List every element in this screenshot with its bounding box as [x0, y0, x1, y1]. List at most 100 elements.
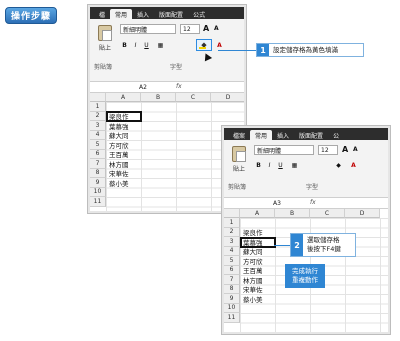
completion-line-2: 重複動作 — [292, 276, 318, 284]
cell-a5[interactable]: 方可欣 — [107, 140, 129, 150]
row-header[interactable]: 3 — [224, 237, 240, 247]
underline-button[interactable]: U — [276, 161, 285, 170]
font-name-select[interactable]: 新細明體 — [120, 24, 176, 34]
font-color-icon[interactable]: A — [215, 41, 224, 50]
row-header[interactable]: 8 — [90, 168, 106, 178]
cell-a9[interactable]: 蔡小美 — [241, 294, 263, 304]
tab-formulas[interactable]: 公 — [328, 130, 344, 140]
grow-font-icon[interactable]: A — [203, 24, 209, 33]
row-header[interactable]: 8 — [224, 284, 240, 294]
column-header[interactable]: C — [310, 209, 345, 218]
column-header[interactable]: B — [141, 93, 176, 102]
column-header[interactable]: D — [345, 209, 380, 218]
completion-line-1: 完成執行 — [292, 267, 318, 275]
shrink-font-icon[interactable]: A — [353, 146, 358, 153]
step-text-line-2: 後按下F4鍵 — [307, 245, 341, 253]
row-header[interactable]: 7 — [224, 275, 240, 285]
step-number: 2 — [291, 234, 303, 256]
row-header[interactable]: 1 — [224, 218, 240, 228]
column-header[interactable]: A — [106, 93, 141, 102]
row-header[interactable]: 5 — [90, 140, 106, 150]
tab-home[interactable]: 常用 — [250, 130, 273, 140]
column-header[interactable]: D — [211, 93, 244, 102]
tab-insert[interactable]: 插入 — [132, 9, 154, 19]
row-header[interactable]: 3 — [90, 121, 106, 131]
row-header[interactable]: 10 — [90, 187, 106, 197]
paste-label: 貼上 — [232, 166, 245, 173]
clipboard-group-label: 剪貼簿 — [228, 184, 247, 191]
paste-icon — [232, 146, 246, 162]
italic-button[interactable]: I — [265, 161, 274, 170]
step-badge: 操作步驟 — [5, 7, 57, 24]
row-header[interactable]: 11 — [90, 197, 106, 207]
select-all-corner[interactable] — [90, 93, 106, 102]
fill-color-icon[interactable]: ◆ — [334, 161, 343, 170]
bold-button[interactable]: B — [120, 41, 129, 50]
row-header[interactable]: 6 — [224, 265, 240, 275]
callout-pointer — [218, 50, 256, 51]
font-size-select[interactable]: 12 — [180, 24, 200, 34]
row-header[interactable]: 5 — [224, 256, 240, 266]
select-all-corner[interactable] — [224, 209, 240, 218]
worksheet-grid: A B C D 1 2 3 4 5 6 7 8 9 10 11 梁良作 葉慕強 … — [90, 93, 244, 211]
border-icon[interactable]: ▦ — [156, 41, 165, 50]
tab-page-layout[interactable]: 版面配置 — [294, 130, 328, 140]
shrink-font-icon[interactable]: A — [214, 25, 219, 32]
row-header[interactable]: 4 — [90, 130, 106, 140]
paste-button[interactable]: 貼上 — [228, 146, 250, 173]
row-header[interactable]: 9 — [90, 178, 106, 188]
cell-a7[interactable]: 林方國 — [241, 275, 263, 285]
grow-font-icon[interactable]: A — [342, 145, 348, 154]
tab-insert[interactable]: 插入 — [272, 130, 294, 140]
cell-a6[interactable]: 王百萬 — [241, 266, 263, 275]
bold-button[interactable]: B — [254, 161, 263, 170]
tab-formulas[interactable]: 公式 — [188, 9, 210, 19]
name-box[interactable]: A3 — [252, 199, 302, 208]
cell-a7[interactable]: 林方國 — [107, 159, 129, 169]
cell-a4[interactable]: 蘇大同 — [241, 247, 263, 256]
column-header[interactable]: A — [240, 209, 275, 218]
cell-a9[interactable]: 蔡小美 — [107, 178, 129, 188]
fill-color-button[interactable]: ◆ — [196, 39, 212, 51]
paste-button[interactable]: 貼上 — [94, 25, 116, 52]
fx-icon[interactable]: fx — [310, 199, 316, 206]
underline-button[interactable]: U — [142, 41, 151, 50]
font-color-icon[interactable]: A — [349, 161, 358, 170]
row-header[interactable]: 6 — [90, 149, 106, 159]
column-header[interactable]: C — [176, 93, 211, 102]
step-text-line-1: 選取儲存格 — [307, 236, 340, 244]
row-header[interactable]: 2 — [90, 111, 106, 121]
tab-file[interactable]: 檔 — [94, 9, 110, 19]
name-box[interactable]: A2 — [118, 83, 168, 92]
fx-icon[interactable]: fx — [176, 83, 182, 90]
font-name-select[interactable]: 新細明體 — [254, 145, 314, 155]
border-icon[interactable]: ▦ — [290, 161, 299, 170]
italic-button[interactable]: I — [131, 41, 140, 50]
callout-step-2: 2 選取儲存格 後按下F4鍵 — [290, 233, 356, 257]
cell-a3[interactable]: 葉慕強 — [107, 121, 129, 131]
callout-step-1: 1 設定儲存格為黃色填滿 — [256, 43, 364, 57]
tab-page-layout[interactable]: 版面配置 — [154, 9, 188, 19]
cell-a5[interactable]: 方可欣 — [241, 256, 263, 266]
row-header[interactable]: 9 — [224, 294, 240, 304]
mouse-cursor-icon — [201, 51, 213, 62]
callout-pointer — [274, 245, 290, 246]
cell-a8[interactable]: 宋華佐 — [107, 169, 129, 178]
font-size-select[interactable]: 12 — [318, 145, 338, 155]
font-group-label: 字型 — [306, 184, 319, 191]
row-header[interactable]: 11 — [224, 313, 240, 323]
cell-a6[interactable]: 王百萬 — [107, 150, 129, 159]
excel-window-b: 檔案 常用 插入 版面配置 公 貼上 新細明體 12 A A B I U ▦ ◆… — [221, 125, 391, 335]
ribbon-tabs: 檔 常用 插入 版面配置 公式 — [90, 7, 244, 19]
row-header[interactable]: 7 — [90, 159, 106, 169]
cell-a8[interactable]: 宋華佐 — [241, 285, 263, 294]
row-header[interactable]: 10 — [224, 303, 240, 313]
row-header[interactable]: 2 — [224, 227, 240, 237]
tab-home[interactable]: 常用 — [110, 9, 133, 19]
column-header[interactable]: B — [275, 209, 310, 218]
cell-a4[interactable]: 蘇大同 — [107, 131, 129, 140]
tab-file[interactable]: 檔案 — [228, 130, 250, 140]
row-header[interactable]: 4 — [224, 246, 240, 256]
row-header[interactable]: 1 — [90, 102, 106, 112]
selected-cell-outline — [106, 111, 142, 122]
